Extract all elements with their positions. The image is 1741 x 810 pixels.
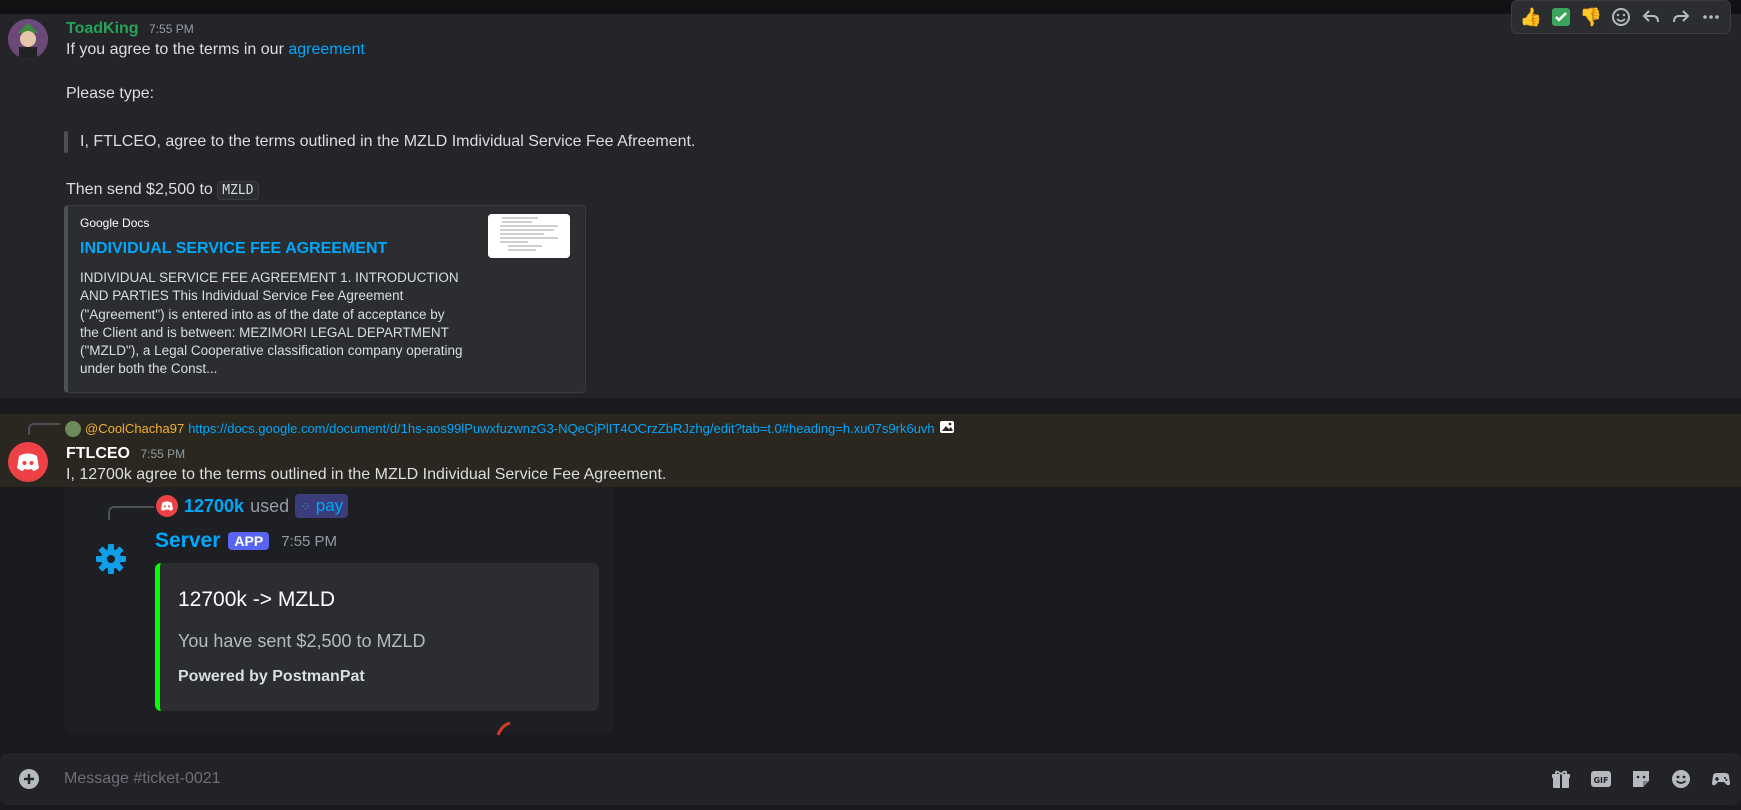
forward-icon[interactable] (1668, 4, 1694, 30)
bot-header: Server APP 7:55 PM (155, 529, 337, 553)
gif-icon[interactable]: GIF (1587, 765, 1615, 793)
pay-command[interactable]: ⁘ pay (295, 494, 349, 518)
author-name[interactable]: FTLCEO (66, 445, 130, 462)
message-header: ToadKing 7:55 PM (66, 20, 194, 38)
apps-icon[interactable] (1707, 765, 1735, 793)
interaction-verb: used (250, 495, 290, 516)
reply-link[interactable]: https://docs.google.com/document/d/1hs-a… (188, 421, 934, 436)
inline-code: MZLD (217, 181, 259, 200)
message-input-placeholder[interactable]: Message #ticket-0021 (64, 770, 221, 788)
agreement-link[interactable]: agreement (288, 41, 365, 58)
interaction-user[interactable]: 12700k (184, 496, 244, 517)
discord-avatar-icon (156, 495, 178, 517)
emoji-icon[interactable] (1667, 765, 1695, 793)
check-icon[interactable] (1548, 4, 1574, 30)
reply-preview[interactable]: @CoolChacha97 https://docs.google.com/do… (65, 419, 955, 438)
author-name[interactable]: ToadKing (66, 20, 139, 37)
timestamp: 7:55 PM (149, 22, 194, 36)
timestamp: 7:55 PM (140, 447, 186, 461)
message-input-bar[interactable] (0, 753, 1741, 805)
apps-icon: ⁘ (300, 499, 312, 514)
blockquote-bar (64, 131, 68, 153)
add-reaction-icon[interactable] (1608, 4, 1634, 30)
command-name: pay (315, 496, 344, 515)
attach-icon[interactable] (16, 766, 42, 797)
ftlceo-avatar[interactable] (8, 442, 48, 482)
svg-text:GIF: GIF (1593, 776, 1608, 785)
blockquote-text: I, FTLCEO, agree to the terms outlined i… (80, 133, 696, 150)
embed-description: INDIVIDUAL SERVICE FEE AGREEMENT 1. INTR… (80, 270, 463, 377)
app-badge: APP (228, 532, 270, 550)
reply-connector (28, 423, 60, 435)
sticker-icon[interactable] (1627, 765, 1655, 793)
message-hover-toolbar: 👍 👎 (1511, 0, 1731, 34)
message-text: Please type: (66, 85, 155, 102)
reply-connector (108, 506, 154, 520)
gear-icon[interactable] (95, 543, 127, 580)
message-text: Then send $2,500 to (66, 181, 218, 198)
message-line: Then send $2,500 to MZLD (66, 181, 259, 200)
thumbs-up-icon[interactable]: 👍 (1518, 4, 1544, 30)
embed-title: 12700k -> MZLD (178, 588, 335, 611)
timestamp: 7:55 PM (281, 532, 338, 550)
interaction-header[interactable]: 12700k used ⁘ pay (156, 494, 349, 518)
input-tools: GIF (1547, 765, 1735, 793)
embed-description: You have sent $2,500 to MZLD (178, 631, 426, 651)
message-line: If you agree to the terms in our agreeme… (66, 41, 365, 59)
thumbs-down-icon[interactable]: 👎 (1578, 4, 1604, 30)
reply-username[interactable]: @CoolChacha97 (85, 421, 184, 436)
message-header: FTLCEO 7:55 PM (66, 445, 185, 463)
more-icon[interactable] (1698, 4, 1724, 30)
embed-footer: Powered by PostmanPat (178, 668, 365, 685)
message-text: I, 12700k agree to the terms outlined in… (66, 466, 667, 483)
reply-icon[interactable] (1638, 4, 1664, 30)
image-icon (939, 419, 955, 438)
gift-icon[interactable] (1547, 765, 1575, 793)
reply-avatar (65, 420, 81, 437)
window-top-strip (0, 0, 1741, 14)
toadking-avatar[interactable] (8, 19, 48, 59)
embed-title[interactable]: INDIVIDUAL SERVICE FEE AGREEMENT (80, 240, 387, 258)
red-stroke-mark (496, 721, 512, 741)
embed-provider[interactable]: Google Docs (80, 216, 149, 230)
embed-thumbnail[interactable] (488, 214, 570, 258)
author-name[interactable]: Server (155, 529, 220, 553)
message-text: If you agree to the terms in our (66, 41, 289, 58)
